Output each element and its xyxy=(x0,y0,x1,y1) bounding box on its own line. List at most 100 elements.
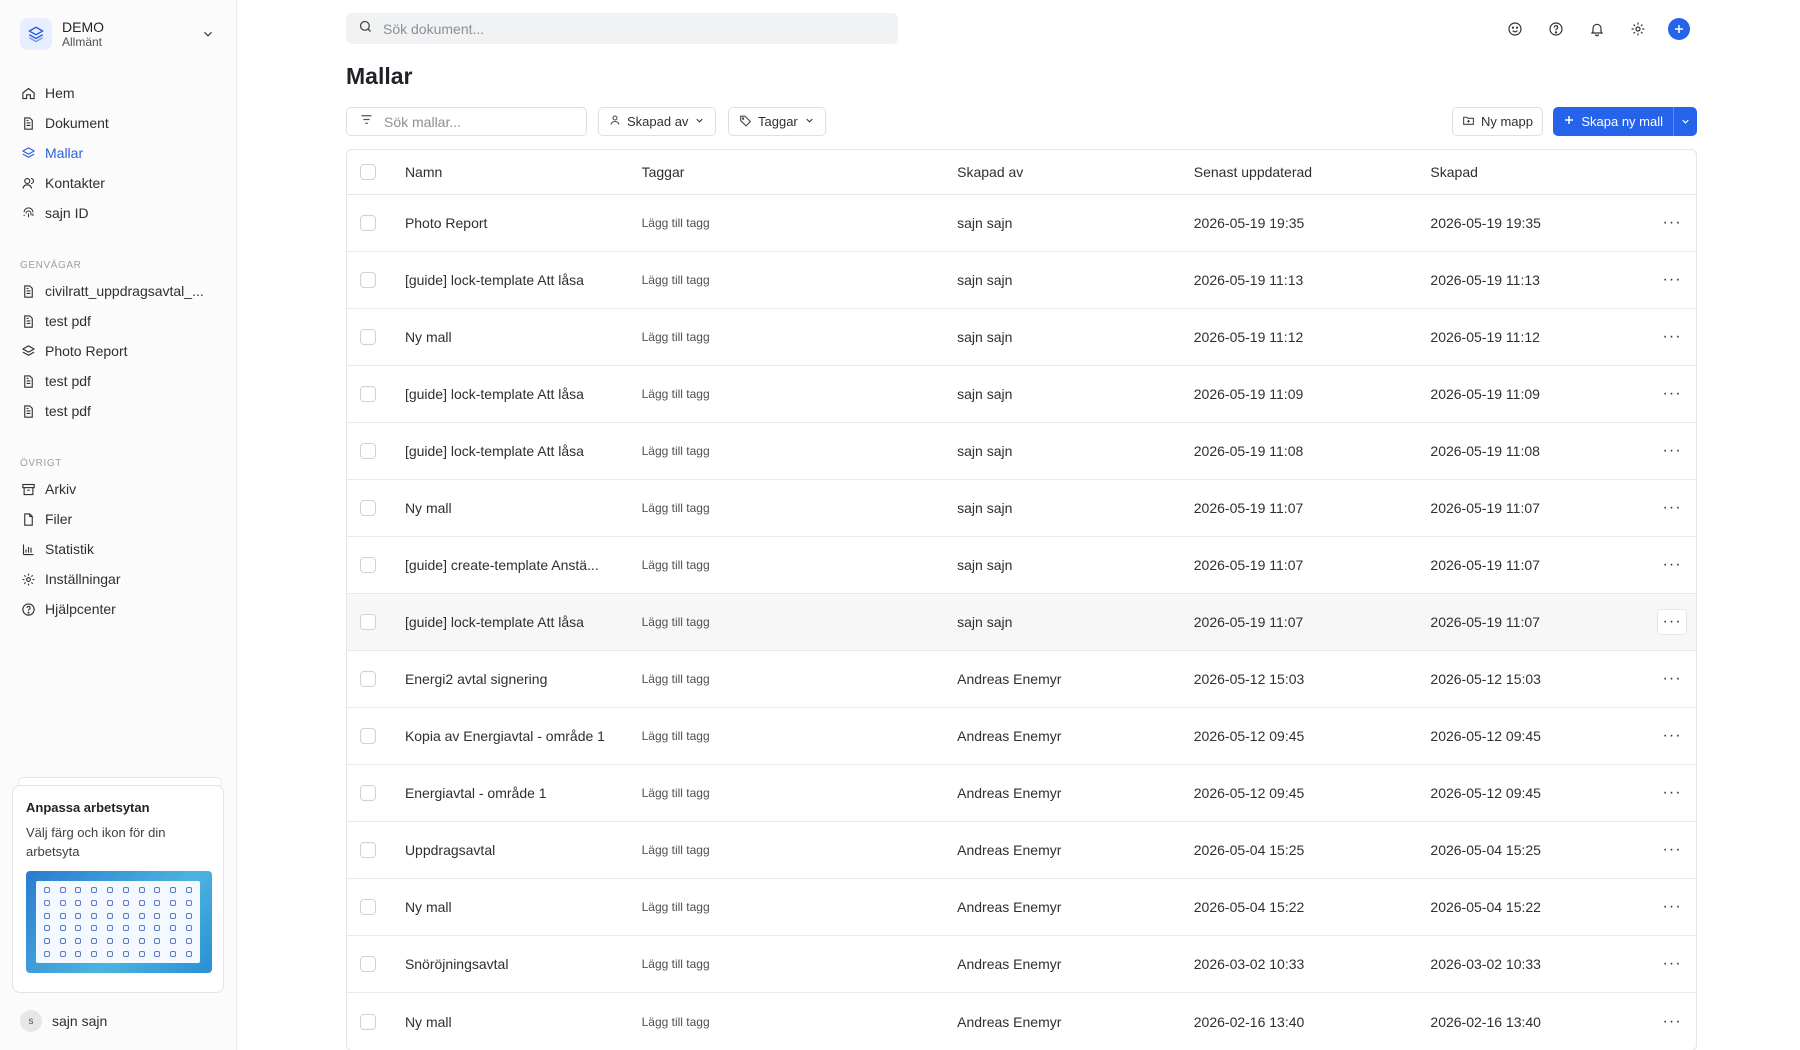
sidebar-item-1[interactable]: Dokument xyxy=(20,108,220,138)
template-name[interactable]: [guide] lock-template Att låsa xyxy=(405,386,642,402)
row-checkbox[interactable] xyxy=(360,614,376,630)
sidebar-item-0[interactable]: Hem xyxy=(20,78,220,108)
search-input[interactable] xyxy=(383,20,863,37)
select-all-checkbox[interactable] xyxy=(360,164,376,180)
add-tag-button[interactable]: Lägg till tagg xyxy=(642,387,710,401)
row-checkbox[interactable] xyxy=(360,215,376,231)
sidebar-item-3[interactable]: Kontakter xyxy=(20,168,220,198)
add-tag-button[interactable]: Lägg till tagg xyxy=(642,1015,710,1029)
shortcut-item-4[interactable]: test pdf xyxy=(20,396,220,426)
smiley-icon[interactable] xyxy=(1503,17,1527,41)
more-options-icon[interactable]: ··· xyxy=(1657,666,1687,692)
add-tag-button[interactable]: Lägg till tagg xyxy=(642,900,710,914)
shortcut-item-2[interactable]: Photo Report xyxy=(20,336,220,366)
add-tag-button[interactable]: Lägg till tagg xyxy=(642,843,710,857)
other-item-0[interactable]: Arkiv xyxy=(20,474,220,504)
create-template-dropdown[interactable] xyxy=(1673,107,1697,136)
row-checkbox[interactable] xyxy=(360,842,376,858)
table-row[interactable]: Ny mall Lägg till tagg Andreas Enemyr 2026-… xyxy=(347,993,1696,1050)
more-options-icon[interactable]: ··· xyxy=(1657,951,1687,977)
table-row[interactable]: Ny mall Lägg till tagg sajn sajn 2026-05-19… xyxy=(347,309,1696,366)
header-created-by[interactable]: Skapad av xyxy=(957,164,1194,180)
add-tag-button[interactable]: Lägg till tagg xyxy=(642,330,710,344)
row-checkbox[interactable] xyxy=(360,329,376,345)
more-options-icon[interactable]: ··· xyxy=(1657,837,1687,863)
row-checkbox[interactable] xyxy=(360,785,376,801)
template-name[interactable]: Photo Report xyxy=(405,215,642,231)
table-row[interactable]: Photo Report Lägg till tagg sajn sajn 2026-… xyxy=(347,195,1696,252)
more-options-icon[interactable]: ··· xyxy=(1657,894,1687,920)
other-item-3[interactable]: Inställningar xyxy=(20,564,220,594)
header-updated[interactable]: Senast uppdaterad xyxy=(1194,164,1431,180)
template-name[interactable]: Snöröjningsavtal xyxy=(405,956,642,972)
customize-workspace-card[interactable]: Anpassa arbetsytan Välj färg och ikon fö… xyxy=(12,785,224,993)
add-tag-button[interactable]: Lägg till tagg xyxy=(642,615,710,629)
template-name[interactable]: Ny mall xyxy=(405,500,642,516)
other-item-2[interactable]: Statistik xyxy=(20,534,220,564)
header-created[interactable]: Skapad xyxy=(1430,164,1648,180)
template-name[interactable]: Kopia av Energiavtal - område 1 xyxy=(405,728,642,744)
more-options-icon[interactable]: ··· xyxy=(1657,609,1688,635)
add-tag-button[interactable]: Lägg till tagg xyxy=(642,444,710,458)
add-tag-button[interactable]: Lägg till tagg xyxy=(642,672,710,686)
row-checkbox[interactable] xyxy=(360,956,376,972)
template-name[interactable]: Energiavtal - område 1 xyxy=(405,785,642,801)
add-tag-button[interactable]: Lägg till tagg xyxy=(642,786,710,800)
bell-icon[interactable] xyxy=(1585,17,1609,41)
header-tags[interactable]: Taggar xyxy=(642,164,958,180)
tags-filter[interactable]: Taggar xyxy=(728,107,826,136)
table-row[interactable]: Ny mall Lägg till tagg sajn sajn 2026-05-19… xyxy=(347,480,1696,537)
add-tag-button[interactable]: Lägg till tagg xyxy=(642,216,710,230)
header-name[interactable]: Namn xyxy=(405,164,642,180)
template-name[interactable]: Energi2 avtal signering xyxy=(405,671,642,687)
table-row[interactable]: Snöröjningsavtal Lägg till tagg Andreas En… xyxy=(347,936,1696,993)
template-name[interactable]: [guide] lock-template Att låsa xyxy=(405,272,642,288)
table-row[interactable]: Ny mall Lägg till tagg Andreas Enemyr 2026-… xyxy=(347,879,1696,936)
template-search-input[interactable] xyxy=(384,113,574,130)
row-checkbox[interactable] xyxy=(360,386,376,402)
row-checkbox[interactable] xyxy=(360,557,376,573)
table-row[interactable]: Uppdragsavtal Lägg till tagg Andreas Enemy… xyxy=(347,822,1696,879)
more-options-icon[interactable]: ··· xyxy=(1657,723,1687,749)
more-options-icon[interactable]: ··· xyxy=(1657,267,1687,293)
add-tag-button[interactable]: Lägg till tagg xyxy=(642,957,710,971)
add-button[interactable] xyxy=(1667,17,1691,41)
template-name[interactable]: Ny mall xyxy=(405,329,642,345)
other-item-4[interactable]: Hjälpcenter xyxy=(20,594,220,624)
shortcut-item-0[interactable]: civilratt_uppdragsavtal_... xyxy=(20,276,220,306)
row-checkbox[interactable] xyxy=(360,443,376,459)
other-item-1[interactable]: Filer xyxy=(20,504,220,534)
more-options-icon[interactable]: ··· xyxy=(1657,438,1687,464)
table-row[interactable]: Kopia av Energiavtal - område 1 Lägg till… xyxy=(347,708,1696,765)
more-options-icon[interactable]: ··· xyxy=(1657,381,1687,407)
table-row[interactable]: [guide] lock-template Att låsa Lägg till … xyxy=(347,423,1696,480)
row-checkbox[interactable] xyxy=(360,500,376,516)
sidebar-item-2[interactable]: Mallar xyxy=(20,138,220,168)
template-name[interactable]: Ny mall xyxy=(405,899,642,915)
shortcut-item-1[interactable]: test pdf xyxy=(20,306,220,336)
help-icon[interactable] xyxy=(1544,17,1568,41)
add-tag-button[interactable]: Lägg till tagg xyxy=(642,501,710,515)
gear-icon[interactable] xyxy=(1626,17,1650,41)
workspace-switcher[interactable]: DEMO Allmänt xyxy=(20,16,218,52)
row-checkbox[interactable] xyxy=(360,899,376,915)
document-search[interactable] xyxy=(346,13,898,44)
table-row[interactable]: Energiavtal - område 1 Lägg till tagg Andr… xyxy=(347,765,1696,822)
template-name[interactable]: [guide] lock-template Att låsa xyxy=(405,614,642,630)
shortcut-item-3[interactable]: test pdf xyxy=(20,366,220,396)
add-tag-button[interactable]: Lägg till tagg xyxy=(642,273,710,287)
add-tag-button[interactable]: Lägg till tagg xyxy=(642,729,710,743)
more-options-icon[interactable]: ··· xyxy=(1657,780,1687,806)
more-options-icon[interactable]: ··· xyxy=(1657,324,1687,350)
more-options-icon[interactable]: ··· xyxy=(1657,210,1687,236)
create-template-button[interactable]: Skapa ny mall xyxy=(1553,107,1697,136)
user-menu[interactable]: s sajn sajn xyxy=(20,1010,107,1032)
more-options-icon[interactable]: ··· xyxy=(1657,552,1687,578)
template-name[interactable]: Uppdragsavtal xyxy=(405,842,642,858)
sidebar-item-4[interactable]: sajn ID xyxy=(20,198,220,228)
table-row[interactable]: [guide] create-template Anstä... Lägg til… xyxy=(347,537,1696,594)
add-tag-button[interactable]: Lägg till tagg xyxy=(642,558,710,572)
row-checkbox[interactable] xyxy=(360,671,376,687)
more-options-icon[interactable]: ··· xyxy=(1657,495,1687,521)
template-search[interactable] xyxy=(346,107,587,136)
